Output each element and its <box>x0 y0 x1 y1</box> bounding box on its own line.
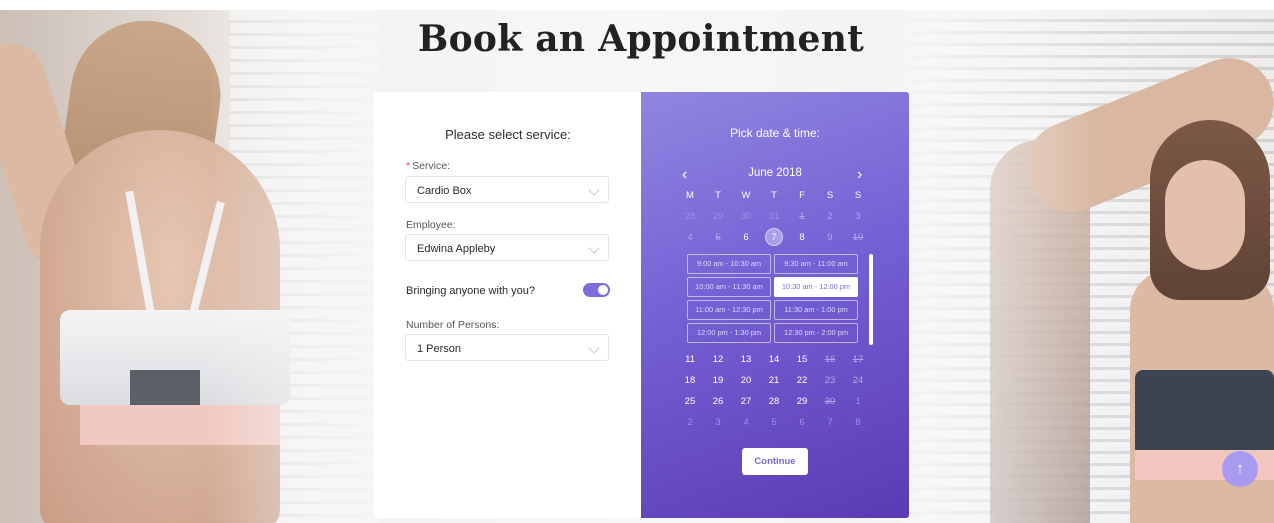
service-select[interactable]: Cardio Box <box>405 176 609 203</box>
calendar-day[interactable]: 8 <box>788 232 816 243</box>
persons-select[interactable]: 1 Person <box>405 334 609 361</box>
time-slot[interactable]: 11:00 am - 12:30 pm <box>687 300 771 320</box>
service-label: * Service: <box>406 160 450 172</box>
calendar-day[interactable]: 11 <box>676 354 704 365</box>
calendar-day[interactable]: 29 <box>788 396 816 407</box>
required-mark: * <box>406 160 411 172</box>
page-title: Book an Appointment <box>417 18 865 60</box>
calendar-day-selected[interactable]: 7 <box>760 232 788 243</box>
employee-select-value: Edwina Appleby <box>417 243 496 255</box>
calendar-day: 16 <box>824 354 836 365</box>
calendar-day[interactable]: 26 <box>704 396 732 407</box>
calendar-day[interactable]: 22 <box>788 375 816 386</box>
time-slots-scrollbar[interactable] <box>869 254 873 345</box>
weekday-label: T <box>715 190 721 201</box>
calendar-day: 7 <box>827 417 833 428</box>
calendar-day[interactable]: 25 <box>676 396 704 407</box>
photo-fade-left <box>0 10 380 523</box>
persons-select-value: 1 Person <box>417 343 462 355</box>
time-slot[interactable]: 12:30 pm - 2:00 pm <box>774 323 858 343</box>
service-label-text: Service: <box>412 160 451 172</box>
calendar-day: 2 <box>687 417 693 428</box>
woman-right-face <box>1165 160 1245 270</box>
calendar-month: June 2018 <box>748 167 802 179</box>
weekday-label: M <box>686 190 694 201</box>
bringing-anyone-label: Bringing anyone with you? <box>406 285 536 297</box>
time-slot[interactable]: 10:00 am - 11:30 am <box>687 277 771 297</box>
calendar-day[interactable]: 28 <box>760 396 788 407</box>
calendar-day: 8 <box>855 417 861 428</box>
calendar-day: 5 <box>771 417 777 428</box>
employee-label: Employee: <box>406 219 456 231</box>
calendar-day: 9 <box>827 232 833 243</box>
calendar-day: 1 <box>799 211 805 222</box>
weekday-label: S <box>854 190 862 201</box>
time-slot[interactable]: 9:30 am - 11:00 am <box>774 254 858 274</box>
employee-select[interactable]: Edwina Appleby <box>405 234 609 261</box>
time-slot[interactable]: 9:00 am - 10:30 am <box>687 254 771 274</box>
calendar-day: 17 <box>852 354 864 365</box>
time-slot[interactable]: 11:30 am - 1:00 pm <box>774 300 858 320</box>
photo-fade-right <box>900 10 1100 523</box>
calendar-day: 10 <box>852 232 864 243</box>
calendar-day[interactable]: 14 <box>760 354 788 365</box>
date-time-panel: Pick date & time: ‹ June 2018 › M T W T … <box>641 92 909 518</box>
calendar-day: 28 <box>684 211 696 222</box>
arrow-up-icon[interactable]: ↑ <box>1222 451 1258 487</box>
calendar-day: 6 <box>799 417 805 428</box>
calendar-day[interactable]: 15 <box>788 354 816 365</box>
persons-label: Number of Persons: <box>406 319 500 331</box>
calendar-day: 3 <box>715 417 721 428</box>
bringing-anyone-toggle[interactable] <box>583 283 610 297</box>
calendar-day[interactable]: 21 <box>760 375 788 386</box>
service-panel: Please select service: * Service: Cardio … <box>374 92 642 518</box>
calendar-day: 5 <box>715 232 721 243</box>
calendar-day[interactable]: 20 <box>732 375 760 386</box>
time-slot-selected[interactable]: 10:30 am - 12:00 pm <box>774 277 858 297</box>
calendar-day: 4 <box>743 417 749 428</box>
chevron-right-icon[interactable]: › <box>857 166 862 184</box>
service-select-value: Cardio Box <box>417 185 472 197</box>
calendar-day[interactable]: 6 <box>732 232 760 243</box>
calendar-day: 1 <box>855 396 861 407</box>
chevron-down-icon <box>588 242 600 254</box>
calendar-day[interactable]: 12 <box>704 354 732 365</box>
continue-button[interactable]: Continue <box>742 448 808 475</box>
top-strip <box>0 0 1274 10</box>
calendar-day: 23 <box>824 375 836 386</box>
calendar-day: 4 <box>687 232 693 243</box>
calendar-day: 30 <box>740 211 752 222</box>
weekday-label: F <box>799 190 805 201</box>
woman-right-top <box>1135 370 1274 460</box>
service-panel-heading: Please select service: <box>445 127 571 142</box>
calendar-day[interactable]: 18 <box>676 375 704 386</box>
calendar-day[interactable]: 13 <box>732 354 760 365</box>
calendar-day[interactable]: 19 <box>704 375 732 386</box>
weekday-label: S <box>826 190 834 201</box>
calendar-day: 2 <box>827 211 833 222</box>
time-slot[interactable]: 12:00 pm - 1:30 pm <box>687 323 771 343</box>
chevron-down-icon <box>588 342 600 354</box>
calendar-day: 30 <box>824 396 836 407</box>
chevron-down-icon <box>588 184 600 196</box>
calendar-day: 24 <box>852 375 864 386</box>
date-time-heading: Pick date & time: <box>729 126 821 140</box>
calendar-day: 29 <box>712 211 724 222</box>
calendar-day: 31 <box>768 211 780 222</box>
calendar-day[interactable]: 27 <box>732 396 760 407</box>
weekday-label: T <box>771 190 777 201</box>
weekday-label: W <box>741 190 751 201</box>
toggle-knob <box>598 285 608 295</box>
calendar-day: 3 <box>855 211 861 222</box>
